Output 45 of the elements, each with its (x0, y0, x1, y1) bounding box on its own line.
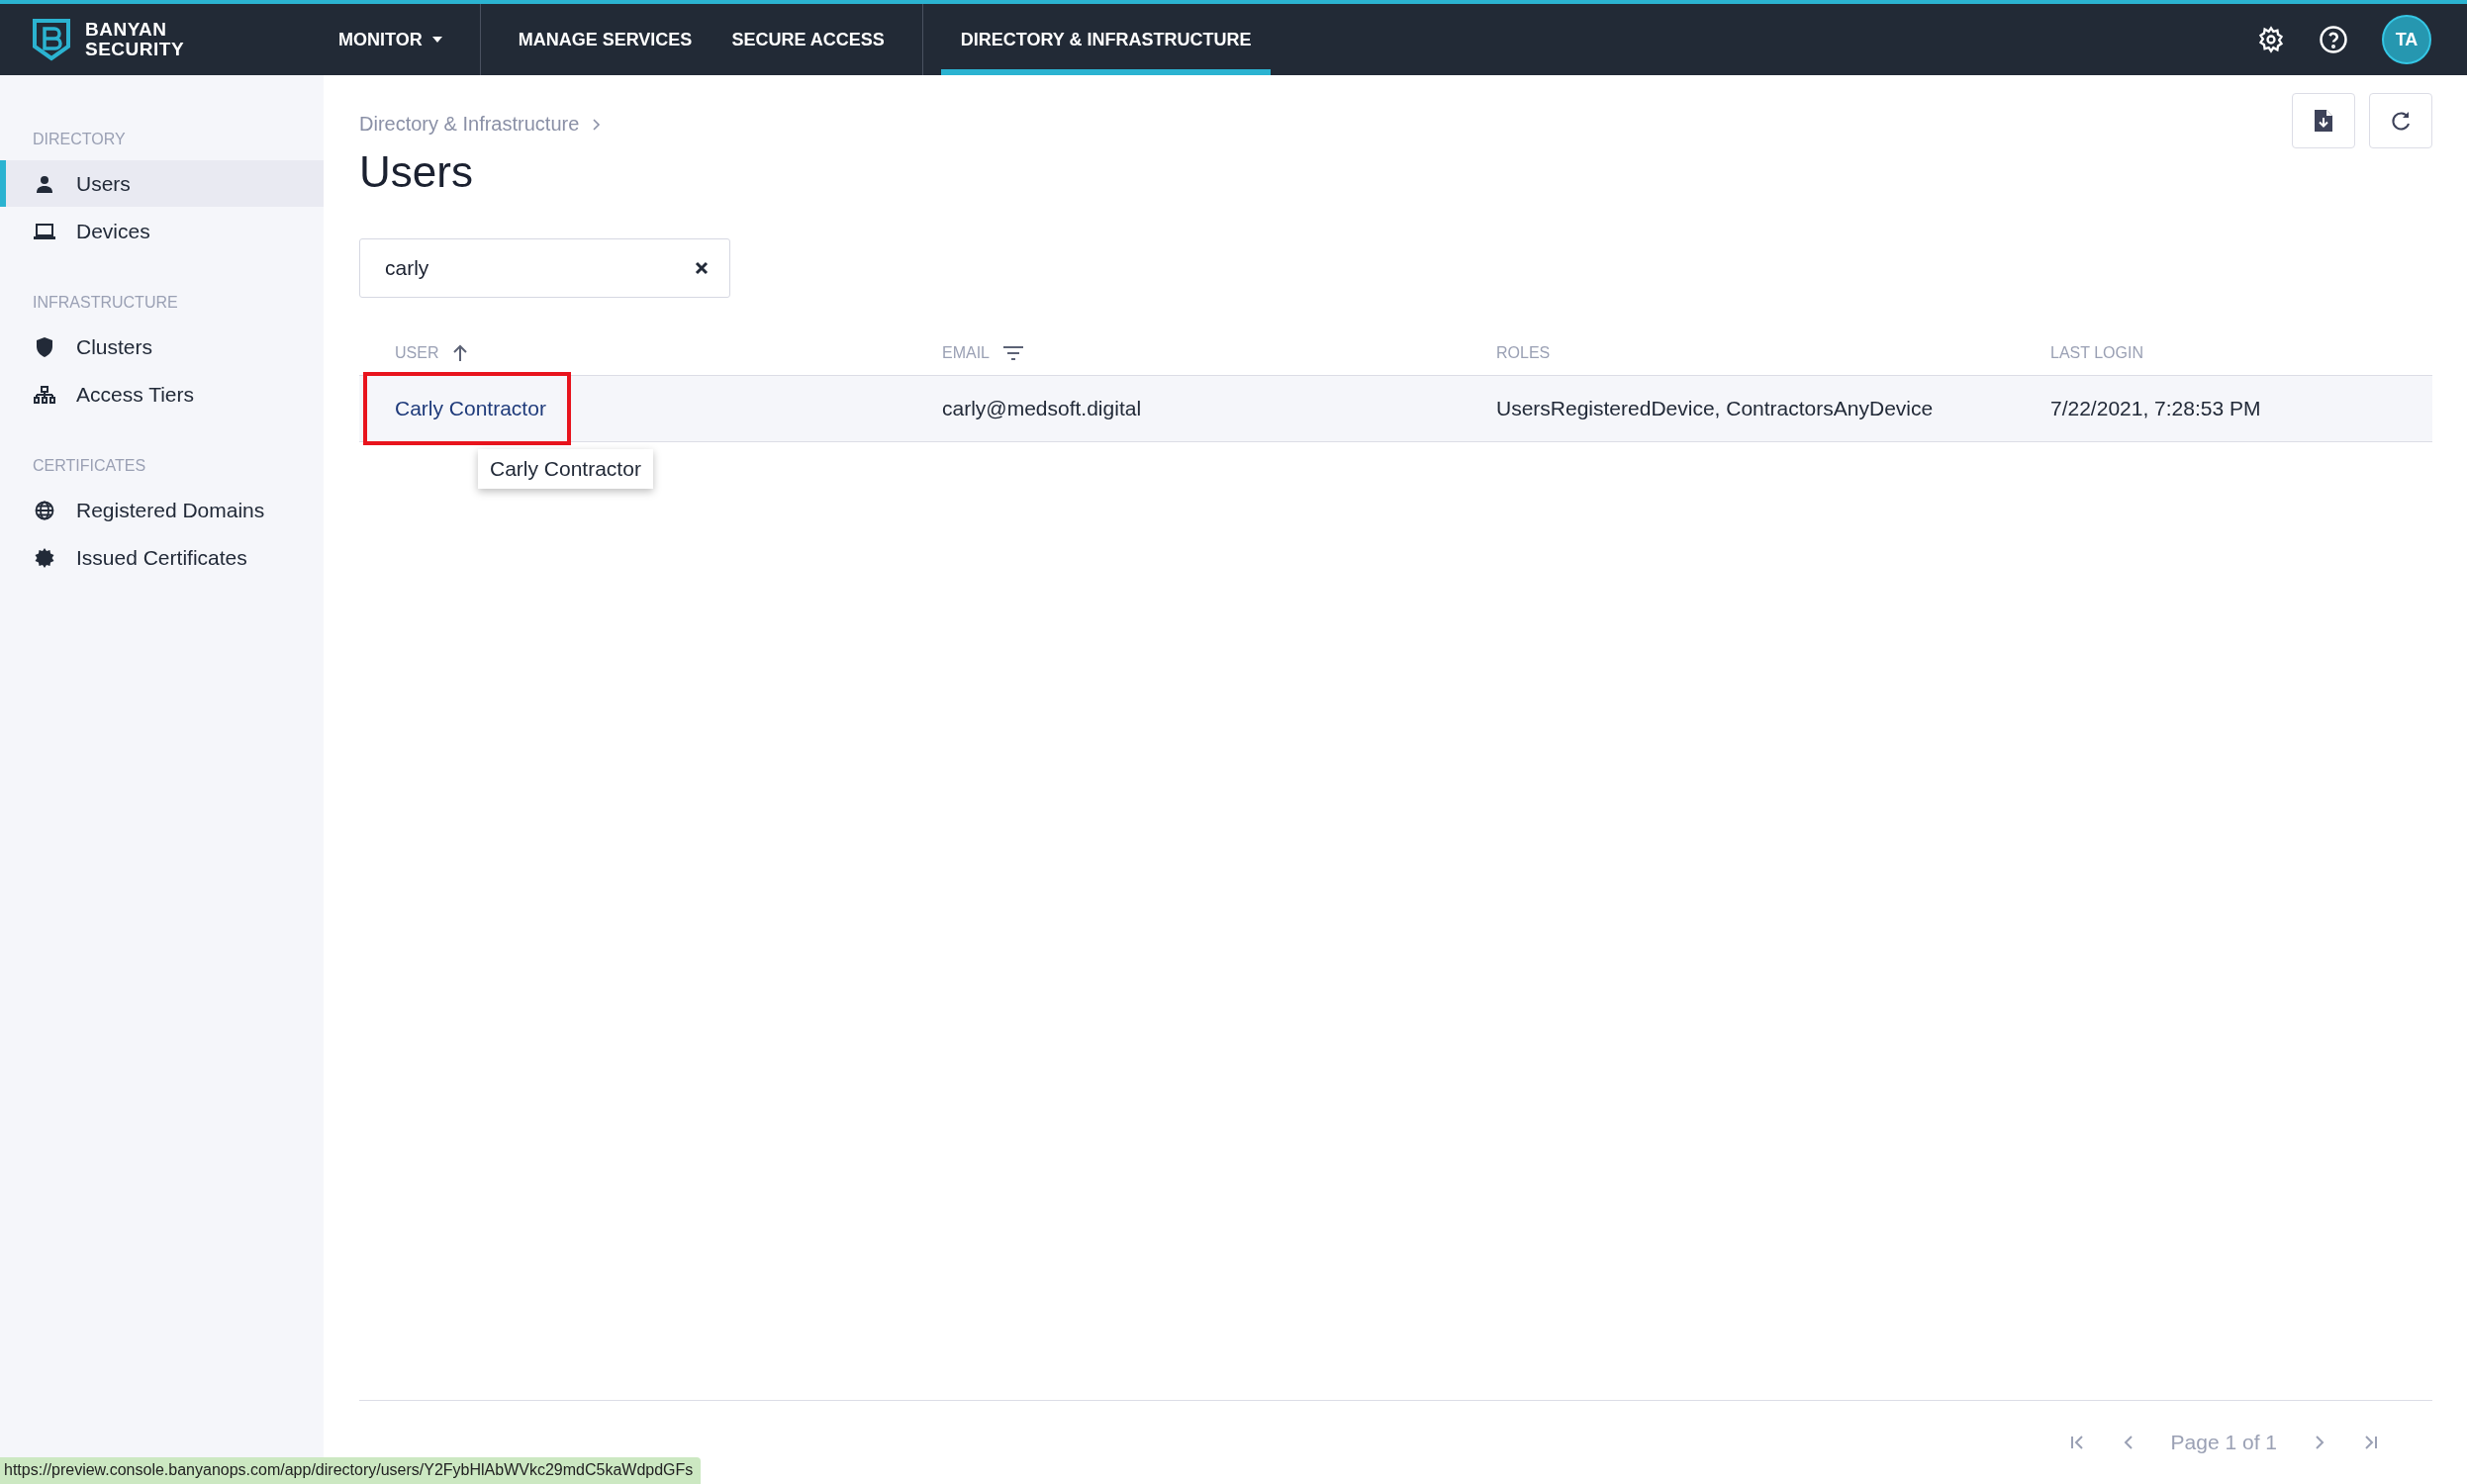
tooltip: Carly Contractor (478, 449, 653, 489)
page-indicator: Page 1 of 1 (2170, 1431, 2277, 1454)
section-heading: CERTIFICATES (32, 457, 147, 475)
sidebar-item[interactable]: Issued Certificates (0, 534, 324, 581)
brand-subtitle: SECURITY (85, 40, 185, 59)
nav-tab[interactable]: MONITOR (319, 4, 462, 75)
search-field[interactable]: carly (359, 238, 730, 298)
badge-icon (35, 547, 54, 568)
previous-page-icon[interactable] (2123, 1435, 2134, 1450)
arrow-up-icon[interactable] (452, 344, 469, 362)
help-icon[interactable] (2319, 25, 2348, 54)
nav-tab[interactable]: SECURE ACCESS (712, 4, 904, 75)
person-icon (37, 174, 52, 193)
link-status-bar: https://preview.console.banyanops.com/app/directory/users/Y2FybHlAbWVkc29mdC5kaWdpdGFs (0, 1457, 702, 1484)
refresh-button[interactable] (2369, 93, 2432, 148)
section-heading: INFRASTRUCTURE (32, 294, 179, 312)
shield-logo-icon (32, 18, 71, 61)
nav-tab[interactable]: MANAGE SERVICES (498, 4, 712, 75)
laptop-icon (34, 223, 55, 239)
sidebar-item[interactable]: Devices (0, 208, 324, 254)
filter-icon[interactable] (1003, 346, 1023, 360)
table-cell: 7/22/2021, 7:28:53 PM (2050, 397, 2261, 420)
sidebar-item[interactable]: Access Tiers (0, 371, 324, 417)
refresh-icon (2390, 110, 2412, 132)
chevron-right-icon (593, 118, 602, 131)
settings-icon[interactable] (2257, 26, 2285, 53)
file-download-icon (2315, 110, 2332, 132)
shield-icon (36, 336, 53, 357)
user-name-link[interactable]: Carly Contractor (395, 397, 546, 420)
sidebar-item[interactable]: Users (0, 160, 324, 207)
sidebar-item[interactable]: Registered Domains (0, 487, 324, 533)
brand-name: BANYAN (85, 20, 168, 40)
page-title: Users (359, 147, 474, 197)
globe-icon (35, 500, 54, 520)
table-cell: carly@medsoft.digital (942, 397, 1142, 420)
section-heading: DIRECTORY (32, 131, 127, 148)
nav-tab[interactable]: DIRECTORY & INFRASTRUCTURE (940, 4, 1272, 75)
table-cell: UsersRegisteredDevice, ContractorsAnyDevice (1496, 397, 1934, 420)
download-button[interactable] (2292, 93, 2355, 148)
clear-icon[interactable] (695, 261, 709, 275)
first-page-icon[interactable] (2069, 1435, 2086, 1450)
next-page-icon[interactable] (2315, 1435, 2325, 1450)
last-page-icon[interactable] (2362, 1435, 2378, 1450)
hierarchy-icon (34, 385, 55, 404)
sidebar-item[interactable]: Clusters (0, 324, 324, 370)
